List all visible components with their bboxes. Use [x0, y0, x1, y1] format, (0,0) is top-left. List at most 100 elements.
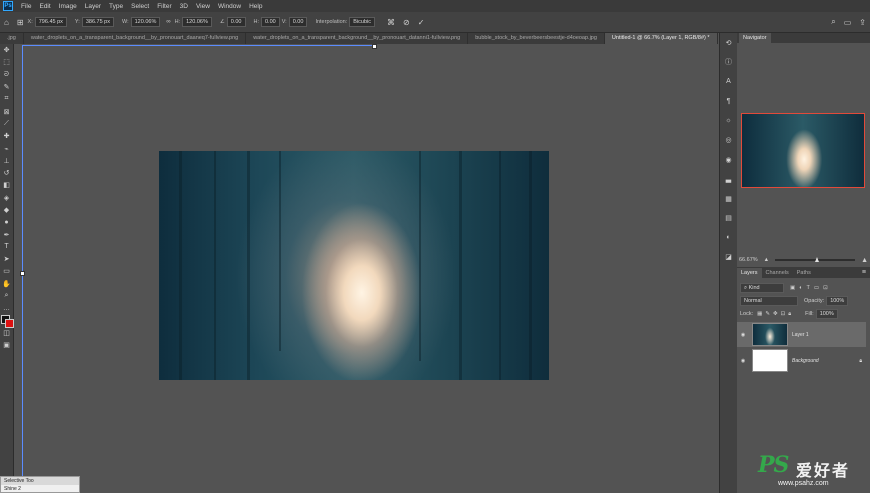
swatches-icon[interactable]: ▦ — [720, 189, 737, 209]
tab-doc-2[interactable]: water_droplets_on_a_transparent_backgrou… — [24, 33, 247, 44]
angle-input[interactable]: 0.00 — [226, 17, 246, 27]
paragraph-icon[interactable]: ¶ — [720, 92, 737, 112]
menu-window[interactable]: Window — [214, 3, 245, 10]
shape-tool-icon[interactable]: ▭ — [0, 265, 13, 277]
zoom-in-icon[interactable]: ▲ — [861, 257, 868, 264]
filter-shape-icon[interactable]: ▭ — [814, 285, 819, 291]
properties-icon[interactable]: ◪ — [720, 248, 737, 268]
menu-edit[interactable]: Edit — [35, 3, 54, 10]
histogram-icon[interactable]: ▃ — [720, 170, 737, 190]
more-tools-icon[interactable]: … — [0, 302, 13, 314]
filter-smart-icon[interactable]: ⊡ — [823, 285, 828, 291]
character-icon[interactable]: A — [720, 72, 737, 92]
transform-tool-icon[interactable]: ⊞ — [17, 18, 24, 27]
menu-3d[interactable]: 3D — [176, 3, 192, 10]
lock-pixels-icon[interactable]: ▦ — [757, 311, 762, 317]
lock-all-icon[interactable]: 🔒︎ — [788, 311, 791, 318]
type-tool-icon[interactable]: T — [0, 241, 13, 253]
menu-file[interactable]: File — [17, 3, 35, 10]
menu-filter[interactable]: Filter — [153, 3, 175, 10]
transform-handle-middle-left[interactable] — [20, 271, 25, 276]
light-icon[interactable]: ☼ — [720, 111, 737, 131]
crop-tool-icon[interactable]: ⌗ — [0, 93, 13, 105]
zoom-slider-knob[interactable] — [815, 257, 820, 262]
vskew-input[interactable]: 0.00 — [288, 17, 308, 27]
h-input[interactable]: 120.06% — [182, 17, 212, 27]
zoom-tool-icon[interactable]: ⌕ — [0, 290, 13, 302]
layer-row-layer-1[interactable]: ◉ Layer 1 — [737, 322, 866, 347]
hand-tool-icon[interactable]: ✋ — [0, 278, 13, 290]
pen-tool-icon[interactable]: ✒ — [0, 228, 13, 240]
healing-tool-icon[interactable]: ✚ — [0, 130, 13, 142]
blend-mode-select[interactable]: Normal — [740, 296, 798, 306]
menu-select[interactable]: Select — [127, 3, 153, 10]
commit-icon[interactable]: ✓ — [418, 18, 425, 27]
share-icon[interactable]: ⇪ — [859, 18, 866, 27]
cancel-icon[interactable]: ⊘ — [403, 18, 410, 27]
hskew-input[interactable]: 0.00 — [261, 17, 280, 27]
eyedropper-tool-icon[interactable]: ⟋ — [0, 118, 13, 130]
zoom-out-icon[interactable]: ▲ — [764, 257, 769, 263]
tab-doc-4[interactable]: bubble_stock_by_beverbeersbeestje-d4oeoa… — [468, 33, 605, 44]
tab-paths[interactable]: Paths — [793, 268, 815, 278]
y-input[interactable]: 386.75 px — [81, 17, 114, 27]
layer-name[interactable]: Layer 1 — [792, 332, 809, 338]
quick-mask-icon[interactable]: ◫ — [0, 327, 13, 339]
tab-channels[interactable]: Channels — [762, 268, 793, 278]
tab-navigator[interactable]: Navigator — [739, 33, 771, 43]
filter-pixel-icon[interactable]: ▣ — [790, 285, 795, 291]
frame-tool-icon[interactable]: ⊠ — [0, 105, 13, 117]
visibility-eye-icon[interactable]: ◉ — [737, 332, 749, 338]
menu-help[interactable]: Help — [245, 3, 266, 10]
layer-row-background[interactable]: ◉ Background 🔒︎ — [737, 348, 866, 373]
tab-layers[interactable]: Layers — [737, 267, 762, 278]
stamp-tool-icon[interactable]: ⊥ — [0, 155, 13, 167]
screen-mode-icon[interactable]: ▣ — [0, 339, 13, 351]
libraries-icon[interactable]: ▤ — [720, 209, 737, 229]
adjustments-icon[interactable]: ◐ — [720, 228, 737, 248]
history-brush-icon[interactable]: ↺ — [0, 167, 13, 179]
search-icon[interactable]: ⌕ — [831, 17, 835, 27]
background-color-swatch[interactable] — [5, 319, 14, 329]
lock-paint-icon[interactable]: ✎ — [765, 311, 770, 317]
history-icon[interactable]: ⟲ — [720, 33, 737, 53]
menu-type[interactable]: Type — [105, 3, 127, 10]
path-select-icon[interactable]: ➤ — [0, 253, 13, 265]
paint-bucket-icon[interactable]: ◈ — [0, 192, 13, 204]
visibility-eye-icon[interactable]: ◉ — [737, 358, 749, 364]
filter-adjust-icon[interactable]: ◐ — [799, 285, 802, 291]
layer-kind-select[interactable]: ⌕ Kind — [740, 283, 784, 293]
home-icon[interactable]: ⌂ — [4, 18, 9, 27]
warp-icon[interactable]: ⌘ — [387, 18, 395, 27]
filter-type-icon[interactable]: T — [807, 285, 810, 291]
w-input[interactable]: 120.06% — [130, 17, 161, 27]
zoom-slider[interactable] — [775, 257, 856, 262]
tab-doc-3[interactable]: water_droplets_on_a_transparent_backgrou… — [246, 33, 469, 44]
marquee-tool-icon[interactable]: ⬚ — [0, 56, 13, 68]
quick-select-tool-icon[interactable]: ✎ — [0, 81, 13, 93]
lasso-tool-icon[interactable]: ᘐ — [0, 69, 13, 81]
lock-position-icon[interactable]: ✥ — [773, 311, 778, 317]
lock-artboard-icon[interactable]: ⊡ — [781, 311, 786, 317]
floating-panel[interactable]: Selective Too Shine 2 — [0, 476, 80, 493]
tab-doc-1[interactable]: .jpg — [0, 33, 24, 44]
opacity-input[interactable]: 100% — [826, 296, 849, 306]
brush-tool-icon[interactable]: ⌁ — [0, 142, 13, 154]
info-icon[interactable]: ⓘ — [720, 53, 737, 73]
navigator-icon[interactable]: ◎ — [720, 131, 737, 151]
x-input[interactable]: 796.45 px — [34, 17, 67, 27]
navigator-zoom-value[interactable]: 66.67% — [739, 257, 758, 263]
tab-doc-active[interactable]: Untitled-1 @ 66.7% (Layer 1, RGB/8#) * — [604, 33, 718, 44]
dodge-tool-icon[interactable]: ● — [0, 216, 13, 228]
menu-image[interactable]: Image — [55, 3, 81, 10]
eraser-tool-icon[interactable]: ◧ — [0, 179, 13, 191]
workspace-icon[interactable]: ▭ — [844, 18, 852, 27]
interp-select[interactable]: Bicubic — [349, 17, 375, 27]
navigator-thumbnail[interactable] — [741, 113, 865, 188]
blur-tool-icon[interactable]: ◆ — [0, 204, 13, 216]
move-tool-icon[interactable]: ✥ — [0, 44, 13, 56]
layer-name[interactable]: Background — [792, 358, 819, 364]
menu-view[interactable]: View — [192, 3, 214, 10]
menu-layer[interactable]: Layer — [81, 3, 105, 10]
panel-menu-icon[interactable]: ≡ — [862, 269, 866, 276]
